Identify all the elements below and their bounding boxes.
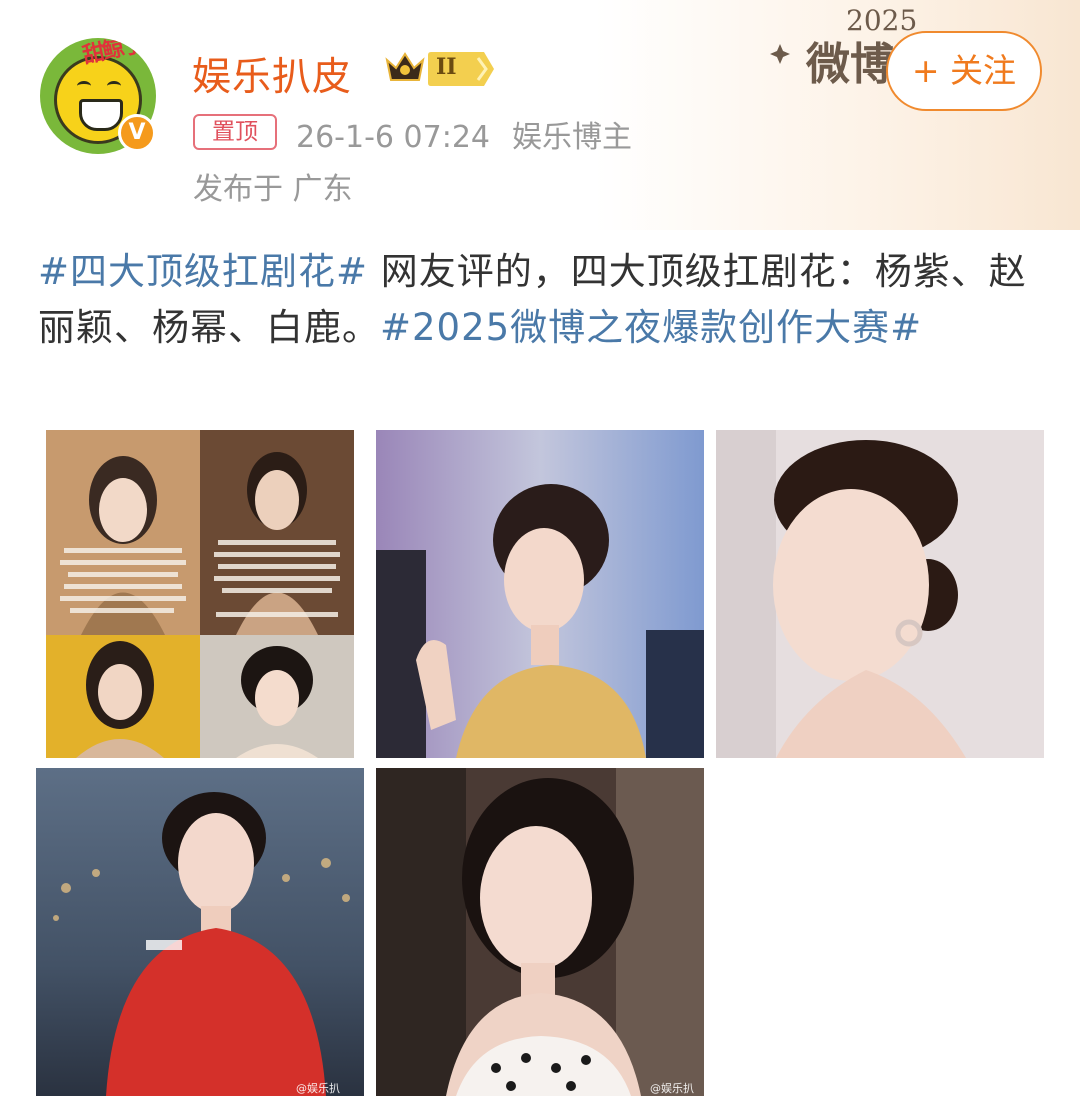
left-eye xyxy=(77,81,91,91)
right-eye xyxy=(107,81,121,91)
image-watermark: @娱乐扒皮 xyxy=(650,1082,694,1095)
post-image-3[interactable] xyxy=(716,430,1044,758)
post-time: 26-1-6 07:24 xyxy=(296,120,490,155)
post-image-2[interactable] xyxy=(376,430,704,758)
verified-icon: V xyxy=(118,114,156,152)
collage-illustration xyxy=(46,430,354,758)
follow-button[interactable]: + 关注 xyxy=(886,31,1042,111)
photo-red-dress xyxy=(36,768,364,1096)
image-watermark: @娱乐扒 xyxy=(296,1082,340,1095)
crown-icon xyxy=(385,52,425,81)
photo-side-portrait xyxy=(716,430,1044,758)
photo-winking xyxy=(376,768,704,1096)
post-location: 发布于 广东 xyxy=(193,172,353,207)
post-image-collage[interactable] xyxy=(46,430,354,758)
author-name[interactable]: 娱乐扒皮 xyxy=(192,46,352,102)
post-meta: 26-1-6 07:24 娱乐博主 xyxy=(296,112,632,156)
hashtag-link[interactable]: #四大顶级扛剧花# xyxy=(38,250,368,293)
level-text: II xyxy=(436,54,457,80)
post-image-4[interactable]: @娱乐扒 xyxy=(36,768,364,1096)
header-logo-title: 微博 xyxy=(806,39,894,90)
hashtag-link[interactable]: #2025微博之夜爆款创作大赛# xyxy=(380,306,922,349)
level-badge: II xyxy=(428,52,494,86)
post-content: #四大顶级扛剧花# 网友评的，四大顶级扛剧花：杨紫、赵丽颖、杨幂、白鹿。#202… xyxy=(38,244,1048,356)
teeth xyxy=(79,99,123,131)
photo-yellow-dress xyxy=(376,430,704,758)
pinned-badge: 置顶 xyxy=(193,114,277,150)
author-role: 娱乐博主 xyxy=(512,120,632,155)
post-image-5[interactable]: @娱乐扒皮 xyxy=(376,768,704,1096)
